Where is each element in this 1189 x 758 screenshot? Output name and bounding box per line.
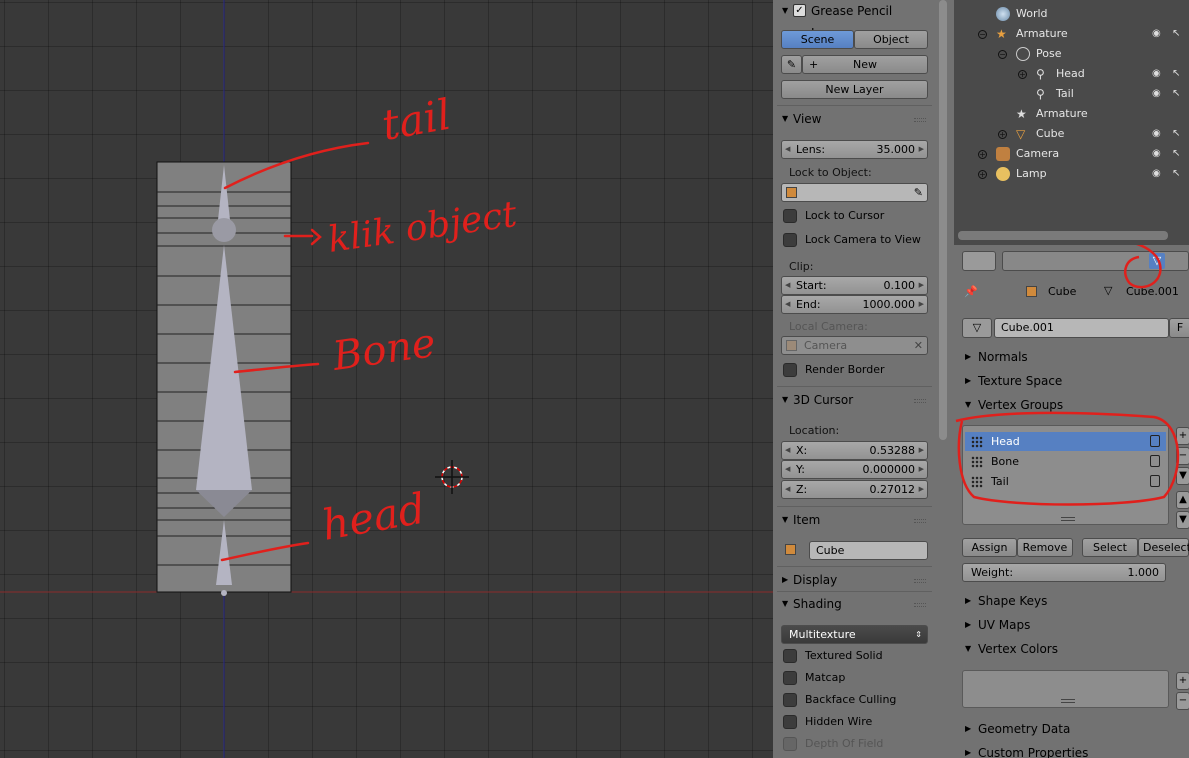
drag-grip-icon[interactable] xyxy=(914,579,926,583)
3d-cursor-header[interactable]: ▼ 3D Cursor xyxy=(777,389,932,411)
armature-data-icon: ★ xyxy=(1016,107,1027,121)
new-layer-button[interactable]: New Layer xyxy=(781,80,928,99)
plus-icon: + xyxy=(809,58,819,71)
cursor-icon[interactable]: ↖ xyxy=(1172,24,1180,44)
cursor-z-field[interactable]: ◀ Z: 0.27012 ▶ xyxy=(781,480,928,499)
new-layer-data-button[interactable]: + New xyxy=(802,55,928,74)
cursor-y-field[interactable]: ◀ Y: 0.000000 ▶ xyxy=(781,460,928,479)
cursor-icon[interactable]: ↖ xyxy=(1172,144,1180,164)
shading-mode-select[interactable]: Multitexture ⇕ xyxy=(781,625,928,644)
outliner-row-armature[interactable]: − ★ Armature ◉ ↖ xyxy=(954,24,1189,44)
outliner-row-world[interactable]: World xyxy=(954,4,1189,24)
outliner-row-tail-bone[interactable]: ⚲ Tail ◉ ↖ xyxy=(954,84,1189,104)
viewport-scene xyxy=(0,0,773,758)
clear-icon[interactable]: ✕ xyxy=(914,337,923,354)
lamp-icon xyxy=(996,167,1010,181)
eye-icon[interactable]: ◉ xyxy=(1152,164,1161,184)
textured-solid-checkbox[interactable]: Textured Solid xyxy=(783,648,883,664)
lens-field[interactable]: ◀ Lens: 35.000 ▶ xyxy=(781,140,928,159)
view-header[interactable]: ▼ View xyxy=(777,108,932,130)
local-camera-label: Local Camera: xyxy=(789,320,868,333)
outliner: World − ★ Armature ◉ ↖ − Pose + ⚲ Head ◉ ↖… xyxy=(954,0,1189,245)
item-name-field[interactable]: Cube xyxy=(809,541,928,560)
outliner-row-cube[interactable]: + ▽ Cube ◉ ↖ xyxy=(954,124,1189,144)
grease-pencil-header[interactable]: ▼ ✓ Grease Pencil Layers xyxy=(777,0,932,40)
mesh-icon: ▽ xyxy=(1016,127,1026,141)
bone-icon: ⚲ xyxy=(1036,87,1045,101)
clip-end-field[interactable]: ◀ End: 1000.000 ▶ xyxy=(781,295,928,314)
outliner-hscrollbar[interactable] xyxy=(958,231,1168,240)
eye-icon[interactable]: ◉ xyxy=(1152,24,1161,44)
lock-to-object-label: Lock to Object: xyxy=(789,166,872,179)
location-label: Location: xyxy=(789,424,840,437)
cursor-icon[interactable]: ↖ xyxy=(1172,84,1180,104)
outliner-row-camera[interactable]: + Camera ◉ ↖ xyxy=(954,144,1189,164)
collapse-icon: ▼ xyxy=(782,395,789,404)
drag-grip-icon[interactable] xyxy=(914,519,926,523)
cursor-icon[interactable]: ↖ xyxy=(1172,124,1180,144)
lock-to-cursor-checkbox[interactable]: Lock to Cursor xyxy=(783,208,884,224)
drag-grip-icon[interactable] xyxy=(914,603,926,607)
cursor-icon[interactable]: ↖ xyxy=(1172,164,1180,184)
render-border-checkbox[interactable]: Render Border xyxy=(783,362,885,378)
drag-grip-icon[interactable] xyxy=(914,399,926,403)
camera-icon xyxy=(786,340,797,351)
dropdown-icon: ⇕ xyxy=(915,630,922,639)
camera-icon xyxy=(996,147,1010,161)
drag-grip-icon[interactable] xyxy=(914,118,926,122)
collapse-icon: ▼ xyxy=(782,114,789,123)
armature-icon: ★ xyxy=(996,27,1007,41)
cursor-icon[interactable]: ↖ xyxy=(1172,64,1180,84)
clip-start-field[interactable]: ◀ Start: 0.100 ▶ xyxy=(781,276,928,295)
annotation-circles xyxy=(955,245,1180,506)
new-label: New xyxy=(853,58,877,71)
outliner-row-head-bone[interactable]: + ⚲ Head ◉ ↖ xyxy=(954,64,1189,84)
hidden-wire-checkbox[interactable]: Hidden Wire xyxy=(783,714,872,730)
eye-icon[interactable]: ◉ xyxy=(1152,124,1161,144)
outliner-row-pose[interactable]: − Pose xyxy=(954,44,1189,64)
outliner-row-armature-data[interactable]: ★ Armature xyxy=(954,104,1189,124)
pose-icon xyxy=(1016,47,1030,61)
collapse-icon: ▼ xyxy=(782,599,789,608)
lock-camera-checkbox[interactable]: Lock Camera to View xyxy=(783,232,921,248)
scene-button[interactable]: Scene xyxy=(781,30,854,49)
world-icon xyxy=(996,7,1010,21)
item-header[interactable]: ▼ Item xyxy=(777,509,932,531)
lock-object-field[interactable]: ✎ xyxy=(781,183,928,202)
expand-icon: ▶ xyxy=(782,575,789,584)
object-cube-icon xyxy=(785,544,796,555)
depth-of-field-checkbox[interactable]: Depth Of Field xyxy=(783,736,883,752)
checkbox-icon[interactable]: ✓ xyxy=(793,4,806,17)
view-title: View xyxy=(793,112,822,126)
backface-culling-checkbox[interactable]: Backface Culling xyxy=(783,692,896,708)
object-cube-icon xyxy=(786,187,797,198)
clip-label: Clip: xyxy=(789,260,814,273)
matcap-checkbox[interactable]: Matcap xyxy=(783,670,845,686)
pencil-icon[interactable]: ✎ xyxy=(781,55,802,74)
cursor-x-field[interactable]: ◀ X: 0.53288 ▶ xyxy=(781,441,928,460)
sidebar-scrollbar[interactable] xyxy=(936,0,954,758)
outliner-row-lamp[interactable]: + Lamp ◉ ↖ xyxy=(954,164,1189,184)
properties-editor: ▽ 📌 Cube ▽ Cube.001 ▽ Cube.001 F ▶ Normal… xyxy=(954,245,1189,758)
local-camera-field[interactable]: Camera ✕ xyxy=(781,336,928,355)
eyedropper-icon[interactable]: ✎ xyxy=(914,184,923,201)
eye-icon[interactable]: ◉ xyxy=(1152,64,1161,84)
collapse-icon: ▼ xyxy=(782,515,789,524)
3d-viewport[interactable]: tail klik object Bone head xyxy=(0,0,773,758)
3d-cursor-icon[interactable] xyxy=(435,460,469,494)
eye-icon[interactable]: ◉ xyxy=(1152,144,1161,164)
object-button[interactable]: Object xyxy=(854,30,928,49)
eye-icon[interactable]: ◉ xyxy=(1152,84,1161,104)
shading-header[interactable]: ▼ Shading xyxy=(777,593,932,615)
display-header[interactable]: ▶ Display xyxy=(777,569,932,591)
properties-sidebar: ▼ ✓ Grease Pencil Layers Scene Object ✎ … xyxy=(773,0,936,758)
collapse-icon: ▼ xyxy=(782,6,789,15)
bone-icon: ⚲ xyxy=(1036,67,1045,81)
